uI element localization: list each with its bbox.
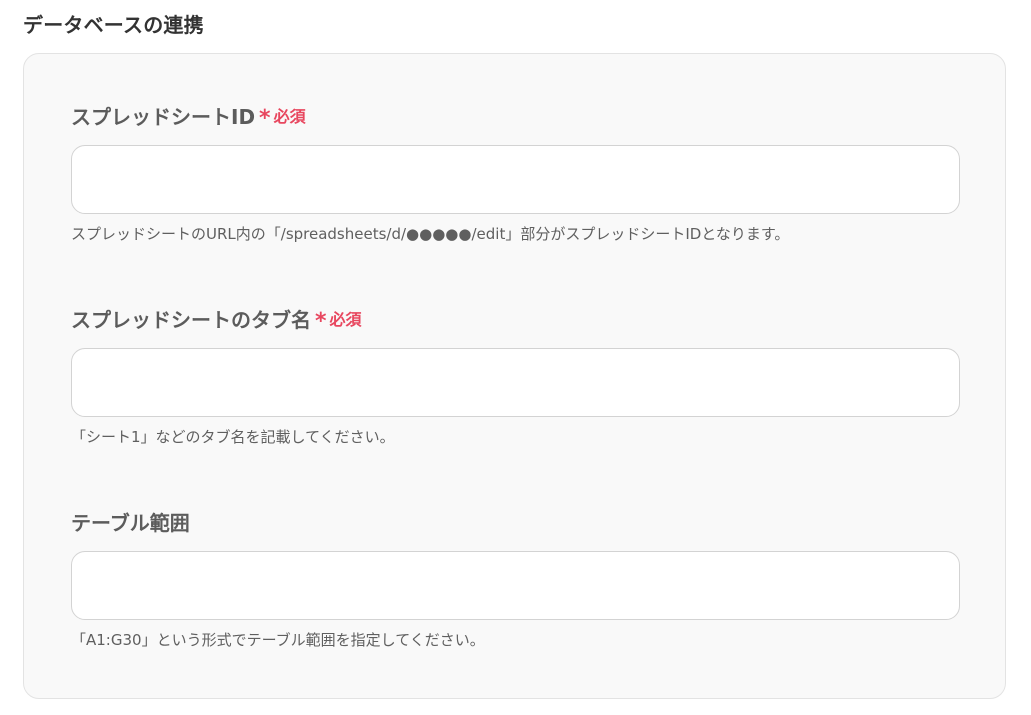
field-label-table-range: テーブル範囲 [71, 506, 961, 536]
field-label-sheet-tab-name: スプレッドシートのタブ名 * 必須 [71, 303, 961, 334]
required-badge: 必須 [273, 107, 306, 126]
table-range-input[interactable] [71, 551, 960, 620]
required-asterisk-icon: * [315, 308, 327, 334]
field-hint-spreadsheet-id: スプレッドシートのURL内の「/spreadsheets/d/●●●●●/edi… [71, 225, 790, 243]
field-label-spreadsheet-id: スプレッドシートID * 必須 [71, 100, 961, 131]
spreadsheet-id-input[interactable] [71, 145, 960, 214]
required-asterisk-icon: * [259, 105, 271, 131]
sheet-tab-name-input[interactable] [71, 348, 960, 417]
section-title: データベースの連携 [23, 13, 204, 37]
field-label-text: テーブル範囲 [71, 510, 190, 535]
field-table-range: テーブル範囲 「A1:G30」という形式でテーブル範囲を指定してください。 [71, 506, 961, 651]
field-label-text: スプレッドシートのタブ名 [71, 307, 311, 332]
field-sheet-tab-name: スプレッドシートのタブ名 * 必須 「シート1」などのタブ名を記載してください。 [71, 303, 961, 448]
field-label-text: スプレッドシートID [71, 104, 256, 129]
required-badge: 必須 [329, 310, 362, 329]
form-card: スプレッドシートID * 必須 スプレッドシートのURL内の「/spreadsh… [23, 53, 1006, 699]
field-hint-sheet-tab-name: 「シート1」などのタブ名を記載してください。 [71, 428, 395, 446]
field-hint-table-range: 「A1:G30」という形式でテーブル範囲を指定してください。 [71, 631, 485, 649]
field-spreadsheet-id: スプレッドシートID * 必須 スプレッドシートのURL内の「/spreadsh… [71, 100, 961, 245]
database-connection-page: データベースの連携 スプレッドシートID * 必須 スプレッドシートのURL内の… [0, 0, 1031, 715]
